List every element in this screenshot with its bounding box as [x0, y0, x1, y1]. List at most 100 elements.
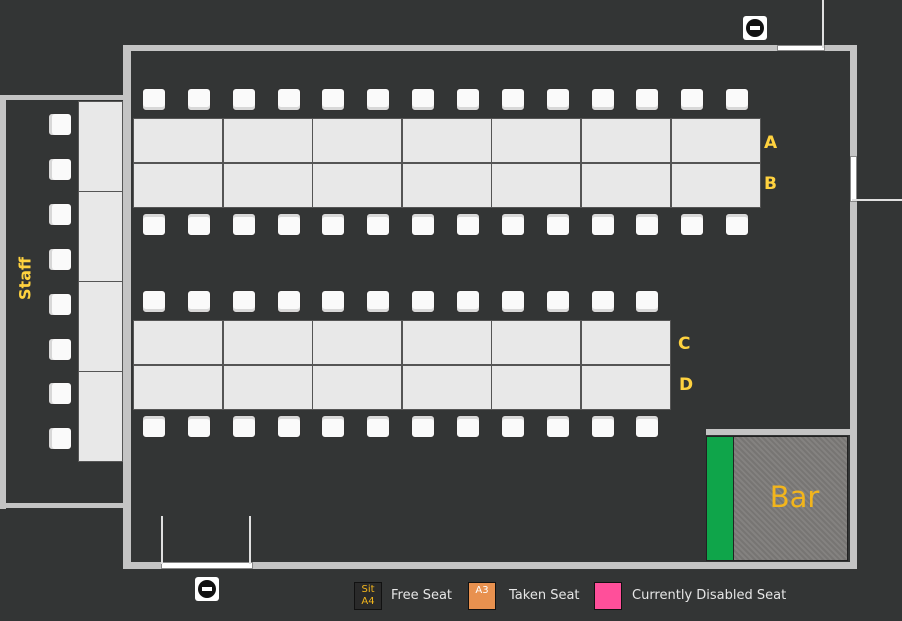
chair-icon[interactable]	[455, 290, 480, 313]
door-bottom	[161, 562, 253, 569]
chair-icon[interactable]	[500, 88, 525, 111]
legend-free-swatch-line2: A4	[361, 596, 375, 607]
row-label-a: A	[764, 133, 778, 153]
chair-icon[interactable]	[635, 290, 660, 313]
chair-icon[interactable]	[500, 213, 525, 236]
chair-icon[interactable]	[366, 213, 391, 236]
chair-icon[interactable]	[545, 290, 570, 313]
chair-icon[interactable]	[321, 290, 346, 313]
chair-icon[interactable]	[276, 290, 301, 313]
hall-wall-top	[123, 45, 857, 51]
chair-icon[interactable]	[48, 382, 72, 406]
row-label-b: B	[764, 174, 777, 194]
chair-icon[interactable]	[590, 290, 615, 313]
chair-icon[interactable]	[142, 213, 166, 236]
chair-icon[interactable]	[48, 247, 72, 271]
chair-icon[interactable]	[366, 415, 391, 438]
door-right-swing	[852, 199, 902, 201]
chair-icon[interactable]	[366, 290, 391, 313]
chair-icon[interactable]	[276, 88, 301, 111]
chair-icon[interactable]	[725, 213, 750, 236]
legend-taken-swatch-text: A3	[475, 585, 489, 596]
chair-icon[interactable]	[321, 88, 346, 111]
table-cell-b	[312, 162, 403, 208]
chair-icon[interactable]	[635, 88, 660, 111]
chair-icon[interactable]	[455, 213, 480, 236]
staff-table	[78, 191, 123, 282]
hall-wall-left	[123, 45, 131, 569]
chair-icon[interactable]	[48, 113, 72, 136]
table-cell-c	[222, 320, 313, 365]
chair-icon[interactable]	[411, 213, 436, 236]
bar-label: Bar	[769, 480, 820, 514]
chair-icon[interactable]	[590, 88, 615, 111]
chair-icon[interactable]	[545, 213, 570, 236]
bar-wall	[706, 429, 850, 435]
chair-icon[interactable]	[411, 415, 436, 438]
chair-icon[interactable]	[321, 213, 346, 236]
table-cell-b	[491, 162, 582, 208]
chair-icon[interactable]	[411, 290, 436, 313]
chair-icon[interactable]	[545, 88, 570, 111]
staff-table	[78, 281, 123, 372]
table-cell-a	[670, 118, 761, 163]
table-cell-d	[581, 364, 671, 410]
staff-room-wall-bottom	[0, 503, 128, 508]
legend-free-label: Free Seat	[391, 588, 453, 603]
chair-icon[interactable]	[231, 290, 256, 313]
staff-room-wall-left	[0, 95, 6, 509]
chair-icon[interactable]	[725, 88, 750, 111]
door-bottom-swing-left	[161, 516, 163, 564]
chair-icon[interactable]	[231, 88, 256, 111]
chair-icon[interactable]	[455, 88, 480, 111]
chair-icon[interactable]	[231, 213, 256, 236]
chair-icon[interactable]	[366, 88, 391, 111]
chair-icon[interactable]	[455, 415, 480, 438]
chair-icon[interactable]	[48, 292, 72, 316]
chair-icon[interactable]	[500, 290, 525, 313]
chair-icon[interactable]	[186, 88, 211, 111]
chair-icon[interactable]	[276, 415, 301, 438]
table-cell-c	[581, 320, 671, 365]
chair-icon[interactable]	[545, 415, 570, 438]
row-label-d: D	[679, 375, 694, 395]
chair-icon[interactable]	[680, 88, 705, 111]
chair-icon[interactable]	[186, 415, 211, 438]
chair-icon[interactable]	[48, 202, 72, 226]
table-cell-c	[491, 320, 582, 365]
chair-icon[interactable]	[411, 88, 436, 111]
chair-icon[interactable]	[680, 213, 705, 236]
no-entry-icon	[743, 16, 767, 40]
table-cell-b	[670, 162, 761, 208]
chair-icon[interactable]	[142, 290, 166, 313]
legend-disabled-swatch	[594, 582, 622, 610]
chair-icon[interactable]	[48, 427, 72, 451]
chair-icon[interactable]	[142, 415, 166, 438]
legend-disabled-label: Currently Disabled Seat	[632, 588, 787, 603]
staff-room-wall-top	[0, 95, 128, 100]
table-cell-d	[312, 364, 403, 410]
chair-icon[interactable]	[590, 415, 615, 438]
chair-icon[interactable]	[142, 88, 166, 111]
chair-icon[interactable]	[186, 213, 211, 236]
chair-icon[interactable]	[500, 415, 525, 438]
table-cell-b	[401, 162, 492, 208]
legend-taken-label: Taken Seat	[509, 588, 580, 603]
chair-icon[interactable]	[635, 213, 660, 236]
staff-table	[78, 101, 123, 192]
chair-icon[interactable]	[590, 213, 615, 236]
table-cell-d	[222, 364, 313, 410]
chair-icon[interactable]	[635, 415, 660, 438]
chair-icon[interactable]	[48, 157, 72, 181]
chair-icon[interactable]	[48, 337, 72, 361]
chair-icon[interactable]	[231, 415, 256, 438]
chair-icon[interactable]	[186, 290, 211, 313]
chair-icon[interactable]	[321, 415, 346, 438]
chair-icon[interactable]	[276, 213, 301, 236]
table-cell-a	[312, 118, 403, 163]
table-cell-b	[133, 162, 223, 208]
table-cell-c	[401, 320, 492, 365]
table-cell-d	[491, 364, 582, 410]
legend-taken-swatch: A3	[468, 582, 496, 610]
door-top-right	[777, 45, 825, 51]
